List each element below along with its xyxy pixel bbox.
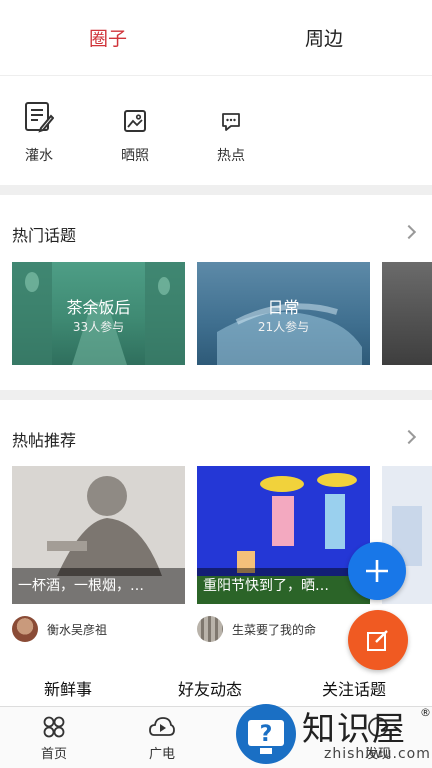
nav-label: 首页 xyxy=(40,747,67,762)
tab-followed-topics[interactable]: 关注话题 xyxy=(322,676,386,700)
svg-text:?: ? xyxy=(260,722,273,747)
post-author[interactable]: 生菜要了我的命 xyxy=(197,616,316,642)
hot-topics-more-chevron-icon[interactable] xyxy=(401,224,417,240)
section-divider xyxy=(0,390,432,400)
compose-fab[interactable] xyxy=(348,610,408,670)
topic-card[interactable]: 茶余饭后 33人参与 xyxy=(12,262,185,365)
quick-action-label: 灌水 xyxy=(25,148,53,164)
quick-actions: 灌水 晒照 热点 xyxy=(0,77,432,185)
avatar xyxy=(12,616,38,642)
post-caption: 一杯酒，一根烟，… xyxy=(12,568,185,604)
quick-action-label: 热点 xyxy=(217,148,245,164)
nav-home[interactable]: 首页 xyxy=(24,715,84,762)
topic-card-partial[interactable] xyxy=(382,262,432,365)
topic-participants: 21人参与 xyxy=(257,320,310,334)
post-caption: 重阳节快到了，晒… xyxy=(197,568,370,604)
tab-circle-label: 圈子 xyxy=(88,28,127,50)
quick-action-label: 晒照 xyxy=(121,148,149,164)
hot-posts-title: 热帖推荐 xyxy=(12,431,77,450)
watermark-url: zhishiwu.com xyxy=(324,746,431,762)
nav-label: 广电 xyxy=(148,747,175,762)
add-fab[interactable] xyxy=(348,542,406,600)
avatar xyxy=(197,616,223,642)
author-name: 生菜要了我的命 xyxy=(232,622,317,637)
plus-icon xyxy=(366,560,388,582)
top-tab-bar: 圈子 周边 xyxy=(0,0,432,76)
watermark-registered: ® xyxy=(420,706,431,719)
hot-topics-title: 热门话题 xyxy=(12,226,77,245)
watermark-brand: 知识屋 xyxy=(302,709,407,748)
app-screen: 圈子 周边 灌水 晒照 热点 热门话题 茶余饭后 33人参与 日常 21人参与 … xyxy=(0,0,432,768)
post-card[interactable]: 重阳节快到了，晒… xyxy=(197,466,370,604)
tab-nearby-label: 周边 xyxy=(304,28,343,50)
quick-action-water[interactable]: 灌水 xyxy=(0,77,78,165)
broadcast-play-icon xyxy=(149,717,175,736)
post-author[interactable]: 衡水吴彦祖 xyxy=(12,616,107,642)
watermark: ? 知识屋 ® zhishiwu.com xyxy=(234,698,432,768)
tab-nearby[interactable]: 周边 xyxy=(216,0,432,75)
quick-action-photo[interactable]: 晒照 xyxy=(81,77,189,165)
topic-name: 茶余饭后 xyxy=(66,298,131,317)
quick-action-hot[interactable]: 热点 xyxy=(177,77,285,165)
author-name: 衡水吴彦祖 xyxy=(47,622,108,637)
topic-name: 日常 xyxy=(267,298,300,317)
tab-friends[interactable]: 好友动态 xyxy=(178,676,242,700)
post-card[interactable]: 一杯酒，一根烟，… xyxy=(12,466,185,604)
watermark-logo: ? xyxy=(236,704,296,764)
section-divider xyxy=(0,185,432,195)
chat-bubble-icon xyxy=(220,99,242,133)
topic-participants: 33人参与 xyxy=(72,320,125,334)
note-edit-icon xyxy=(24,99,54,133)
photo-icon xyxy=(123,99,147,133)
hot-posts-more-chevron-icon[interactable] xyxy=(401,429,417,445)
tab-fresh[interactable]: 新鲜事 xyxy=(44,676,92,700)
edit-icon xyxy=(367,630,388,651)
nav-broadcast[interactable]: 广电 xyxy=(132,715,192,762)
topic-card[interactable]: 日常 21人参与 xyxy=(197,262,370,365)
home-grid-icon xyxy=(43,716,65,738)
tab-circle[interactable]: 圈子 xyxy=(0,0,216,75)
